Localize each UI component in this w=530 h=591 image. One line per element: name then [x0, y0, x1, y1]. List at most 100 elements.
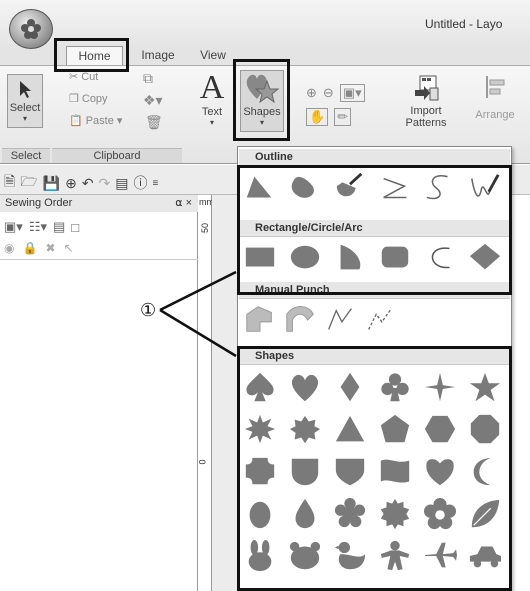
scissors-icon: ✂	[69, 71, 79, 83]
tab-view[interactable]: View	[193, 46, 233, 66]
zigzag-line-icon[interactable]	[377, 171, 413, 205]
frame-icon[interactable]: ▣▾	[4, 219, 23, 235]
rhombus-icon[interactable]	[467, 241, 503, 275]
rounded-rectangle-icon[interactable]	[377, 241, 413, 275]
customize-icon[interactable]: ≡	[153, 178, 159, 189]
heart-icon[interactable]	[287, 371, 323, 405]
spade-icon[interactable]	[242, 371, 278, 405]
zoom-tools[interactable]: ⊕ ⊖ ▣▾	[306, 84, 365, 102]
color-order-icon[interactable]: ▤	[53, 219, 65, 235]
car-icon[interactable]	[467, 539, 503, 573]
sewing-order-toolbar[interactable]: ▣▾ ☷▾ ▤ □	[4, 219, 79, 235]
seal-icon[interactable]	[377, 497, 413, 531]
paste-button[interactable]: 📋 Paste ▾	[69, 114, 122, 128]
polygon-icon[interactable]	[242, 171, 278, 205]
zoom-icon[interactable]: ⊕	[65, 175, 77, 192]
select-button[interactable]: Select ▾	[7, 74, 43, 128]
heart-star-icon	[246, 74, 280, 104]
arrange-button[interactable]: Arrange	[470, 74, 520, 134]
shapes-button[interactable]: Shapes ▾	[240, 70, 284, 132]
burst-icon[interactable]	[287, 413, 323, 447]
diamond-icon[interactable]	[332, 371, 368, 405]
brush-icon[interactable]	[332, 171, 368, 205]
save-icon[interactable]: 💾	[43, 175, 60, 192]
fan-icon[interactable]	[332, 241, 368, 275]
paste-label: Paste	[85, 114, 114, 127]
shapes-dropdown: Outline Rectangle/Circle/Arc Manual Punc…	[237, 146, 512, 591]
leaf-icon[interactable]	[467, 497, 503, 531]
undo-icon[interactable]: ↶	[82, 175, 94, 192]
help-icon[interactable]: ⓘ	[134, 173, 148, 193]
select-arrow-icon[interactable]: ↖	[64, 241, 74, 255]
blob-icon[interactable]	[287, 171, 323, 205]
new-file-icon[interactable]: 🗎	[4, 171, 15, 195]
drop-icon[interactable]	[287, 497, 323, 531]
heart-shield-icon[interactable]	[422, 455, 458, 489]
open-folder-icon[interactable]: 🗁	[20, 171, 37, 195]
import-patterns-button[interactable]: Import Patterns	[400, 74, 452, 140]
punch-block-icon[interactable]	[242, 303, 278, 337]
pan-hand-icon[interactable]: ✋	[306, 108, 329, 126]
punch-arc-icon[interactable]	[282, 303, 318, 337]
flower-icon[interactable]	[422, 497, 458, 531]
notched-square-icon[interactable]	[242, 455, 278, 489]
triangle-icon[interactable]	[332, 413, 368, 447]
club-icon[interactable]	[377, 371, 413, 405]
octagon-icon[interactable]	[467, 413, 503, 447]
quick-access-icons[interactable]: 🗎 🗁 💾 ⊕ ↶ ↷ ▤ ⓘ ≡	[4, 171, 158, 195]
sewing-order-toolbar-2[interactable]: ◉ 🔒 ✖ ↖	[4, 241, 74, 255]
lock-icon[interactable]: 🔒	[22, 241, 37, 255]
zoom-fit-icon[interactable]: ▣▾	[339, 84, 365, 102]
airplane-icon[interactable]	[422, 539, 458, 573]
rabbit-icon[interactable]	[242, 539, 278, 573]
eight-point-star-icon[interactable]	[242, 413, 278, 447]
arrow-cursor-icon	[20, 81, 31, 98]
cloud-icon[interactable]	[332, 497, 368, 531]
shield-icon[interactable]	[332, 455, 368, 489]
crescent-icon[interactable]	[467, 455, 503, 489]
fit-icon[interactable]: □	[71, 220, 79, 235]
sewing-order-panel: Sewing Order ⍺ × ▣▾ ☷▾ ▤ □ ◉ 🔒 ✖ ↖	[0, 195, 198, 591]
text-button[interactable]: A Text ▾	[193, 70, 231, 130]
gingerbread-icon[interactable]	[377, 539, 413, 573]
u-shield-icon[interactable]	[287, 455, 323, 489]
connect-icon[interactable]: ☷▾	[29, 219, 47, 235]
flag-icon[interactable]	[377, 455, 413, 489]
measure-icon[interactable]: ✏	[334, 108, 352, 126]
punch-dashed-icon[interactable]	[362, 303, 398, 337]
ellipse-icon[interactable]	[287, 241, 323, 275]
section-outline: Outline	[239, 149, 510, 166]
application-menu-button[interactable]	[9, 9, 53, 49]
section-rect-circle-arc: Rectangle/Circle/Arc	[239, 220, 510, 237]
pentagon-icon[interactable]	[377, 413, 413, 447]
s-curve-icon[interactable]	[422, 171, 458, 205]
zoom-in-icon[interactable]: ⊕	[306, 85, 317, 101]
panel-close-icon[interactable]: ⍺ ×	[175, 195, 192, 212]
hexagon-icon[interactable]	[422, 413, 458, 447]
duck-icon[interactable]	[332, 539, 368, 573]
freehand-icon[interactable]	[467, 171, 503, 205]
eye-icon[interactable]: ◉	[4, 241, 14, 255]
group-label-clipboard: Clipboard	[52, 148, 182, 163]
rectangle-icon[interactable]	[242, 241, 278, 275]
preview-icon[interactable]: ▤	[115, 175, 128, 192]
star-icon[interactable]	[467, 371, 503, 405]
tab-home[interactable]: Home	[66, 46, 123, 66]
duplicate-icon[interactable]: ⧉	[143, 70, 153, 87]
remove-icon[interactable]: ✖	[45, 241, 55, 255]
copy-button[interactable]: ❐ Copy	[69, 92, 108, 106]
tab-image[interactable]: Image	[138, 46, 178, 66]
zoom-out-icon[interactable]: ⊖	[323, 85, 334, 101]
egg-icon[interactable]	[242, 497, 278, 531]
punch-zigzag-icon[interactable]	[322, 303, 358, 337]
view-tools[interactable]: ✋ ✏	[306, 108, 352, 126]
delete-icon[interactable]: 🗑	[145, 114, 163, 131]
arc-icon[interactable]	[422, 241, 458, 275]
move-icon[interactable]: ❖▾	[143, 92, 163, 109]
four-point-star-icon[interactable]	[422, 371, 458, 405]
arrange-icon	[486, 76, 505, 98]
ribbon-tab-row: Home Image View	[0, 44, 530, 66]
bear-icon[interactable]	[287, 539, 323, 573]
cut-button[interactable]: ✂ Cut	[69, 70, 98, 84]
redo-icon[interactable]: ↷	[99, 175, 111, 192]
